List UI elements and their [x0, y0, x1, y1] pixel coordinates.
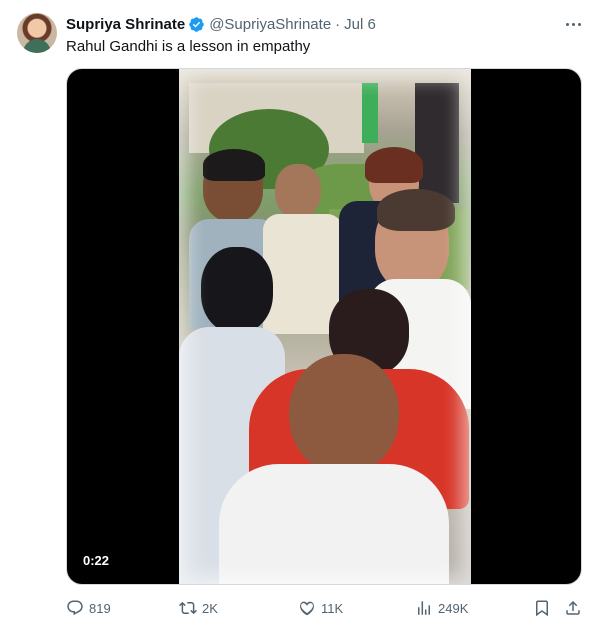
video-duration: 0:22 — [83, 553, 110, 568]
views-button[interactable]: 249K — [415, 598, 468, 618]
share-button[interactable] — [564, 598, 582, 618]
repost-button[interactable]: 2K — [179, 598, 218, 618]
author-handle[interactable]: @SupriyaShrinate — [209, 16, 331, 33]
separator-dot: · — [335, 15, 341, 33]
tweet-text: Rahul Gandhi is a lesson in empathy — [66, 38, 311, 55]
tweet-date[interactable]: Jul 6 — [344, 16, 376, 33]
tweet-card[interactable]: Supriya Shrinate @SupriyaShrinate · Jul … — [0, 0, 595, 629]
repost-icon — [179, 601, 197, 615]
repost-count: 2K — [202, 600, 218, 616]
bookmark-icon — [536, 600, 548, 617]
video-frame — [179, 69, 471, 584]
video-vignette — [179, 69, 471, 584]
like-count: 11K — [321, 600, 344, 616]
video-player[interactable]: 0:22 — [66, 68, 582, 585]
author-name[interactable]: Supriya Shrinate — [66, 16, 185, 33]
views-icon — [418, 601, 430, 615]
reply-count: 819 — [89, 600, 111, 616]
reply-button[interactable]: 819 — [66, 598, 111, 618]
reply-icon — [67, 600, 83, 616]
verified-icon — [189, 16, 204, 32]
share-icon — [566, 600, 580, 615]
bookmark-button[interactable] — [533, 598, 551, 618]
views-count: 249K — [438, 600, 469, 616]
avatar[interactable] — [17, 13, 57, 53]
avatar-figure — [23, 39, 51, 53]
action-bar: 819 2K 11K 249K — [66, 598, 582, 618]
more-icon[interactable] — [562, 16, 584, 32]
like-button[interactable]: 11K — [298, 598, 343, 618]
like-icon — [300, 601, 314, 616]
tweet-header: Supriya Shrinate @SupriyaShrinate · Jul … — [66, 14, 376, 34]
